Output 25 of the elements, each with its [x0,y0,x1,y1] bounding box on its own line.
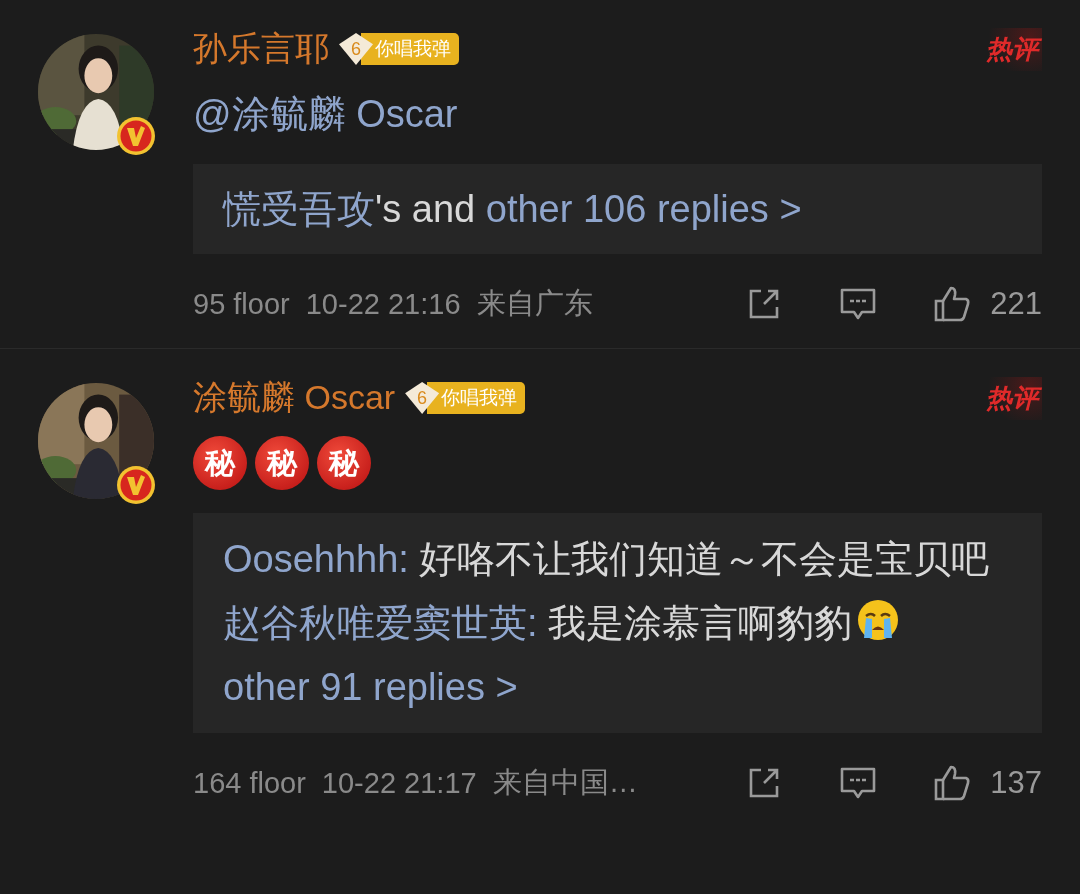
reply-author[interactable]: Oosehhhh: [223,538,409,580]
crying-emoji-icon [856,598,901,642]
reply-text: 好咯不让我们知道～不会是宝贝吧 [418,538,990,580]
floor-number: 95 floor [193,287,290,321]
reply-author[interactable]: 慌受吾攻 [223,188,375,230]
more-replies-link[interactable]: other 91 replies > [223,666,518,708]
emoji-sticker: 秘 [317,436,371,490]
emoji-sticker: 秘 [193,436,247,490]
more-replies-link[interactable]: other 106 replies > [485,188,802,230]
reply-author[interactable]: 赵谷秋唯爱窦世英: [223,602,538,644]
mention-link[interactable]: @涂毓麟 Oscar [193,88,458,140]
location-text: 来自中国… [492,765,638,800]
badge-label: 你唱我弹 [427,382,526,414]
location-text: 来自广东 [476,286,593,321]
username[interactable]: 孙乐言耶 [193,26,329,72]
emoji-sticker: 秘 [255,436,309,490]
floor-number: 164 floor [193,766,306,800]
username[interactable]: 涂毓麟 Oscar [193,375,396,421]
timestamp: 10-22 21:17 [321,766,477,800]
timestamp: 10-22 21:16 [305,287,461,321]
reply-text: 's and [375,188,477,230]
like-count: 137 [990,765,1042,801]
like-count: 221 [990,286,1042,322]
reply-text: 我是涂慕言啊豹豹 [547,602,853,644]
badge-label: 你唱我弹 [361,33,459,65]
